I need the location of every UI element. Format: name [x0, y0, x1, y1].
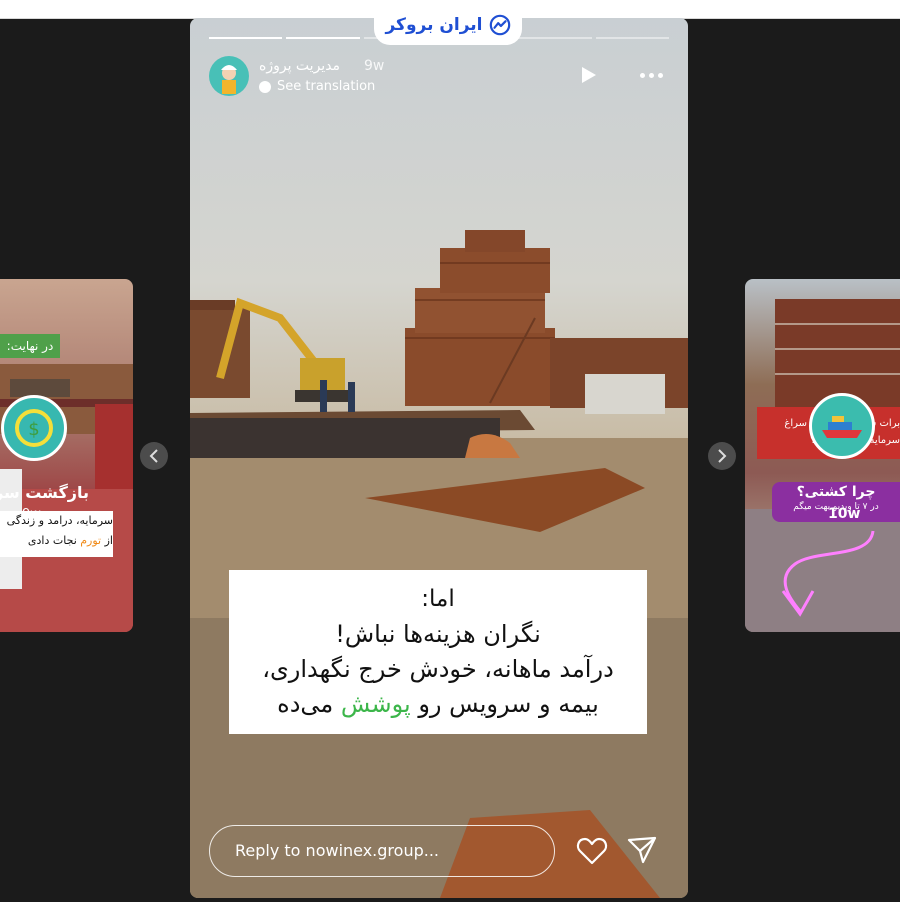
story-username[interactable]: مدیریت پروژه	[259, 58, 340, 74]
previous-story-card[interactable]: در نهایت: $ بازگشت سرمایه 9w سرمایه، درا…	[0, 279, 133, 632]
caption-line-4: بیمه و سرویس رو پوشش می‌ده	[277, 690, 599, 718]
story-image-shipyard	[190, 230, 688, 898]
see-translation-link[interactable]: See translation	[259, 79, 375, 94]
next-story-card[interactable]: برات سوال که چرا ما سراغ سرمایه گذاری رف…	[745, 279, 900, 632]
reply-input[interactable]: Reply to nowinex.group...	[209, 825, 555, 877]
left-card-text-line2: از تورم نجات دادی	[27, 534, 113, 547]
reply-placeholder: Reply to nowinex.group...	[235, 841, 439, 860]
send-icon	[627, 836, 657, 864]
caption-line-3: درآمد ماهانه، خودش خرج نگهداری،	[262, 655, 614, 683]
chevron-right-icon	[718, 449, 727, 463]
caption-line-1: اما:	[421, 586, 455, 612]
story-time: 9w	[364, 58, 385, 74]
story-caption-box: اما: نگران هزینه‌ها نباش! درآمد ماهانه، …	[229, 570, 647, 734]
chevron-left-icon	[149, 449, 158, 463]
heart-icon	[576, 837, 608, 865]
left-card-text-box: سرمایه، درامد و زندگی از تورم نجات دادی	[0, 511, 113, 557]
see-translation-label: See translation	[277, 79, 376, 94]
left-card-avatar: $	[1, 395, 67, 461]
more-options-icon	[639, 72, 645, 78]
caption-line-2: نگران هزینه‌ها نباش!	[335, 620, 541, 648]
play-button[interactable]	[577, 64, 599, 86]
like-button[interactable]	[576, 836, 608, 866]
profile-avatar[interactable]	[209, 56, 249, 96]
right-card-time: 10w	[828, 506, 861, 522]
play-icon	[582, 67, 596, 83]
right-card-avatar	[809, 393, 875, 459]
brand-header: ایران بروکر	[374, 4, 522, 45]
share-button[interactable]	[626, 835, 658, 865]
story-header: مدیریت پروژه 9w See translation	[209, 56, 669, 98]
progress-segment	[595, 37, 669, 39]
story-viewer[interactable]: مدیریت پروژه 9w See translation اما: نگر…	[190, 18, 688, 898]
next-story-button[interactable]	[708, 442, 736, 470]
progress-segment	[518, 37, 592, 39]
progress-segment	[209, 37, 283, 39]
more-options-button[interactable]	[635, 64, 667, 86]
brand-logo-icon	[489, 14, 510, 35]
right-card-title: چرا کشتی؟	[796, 484, 876, 500]
progress-segment	[286, 37, 360, 39]
globe-icon	[259, 80, 271, 93]
svg-text:$: $	[28, 419, 39, 440]
previous-story-button[interactable]	[140, 442, 168, 470]
left-card-text-line1: سرمایه، درامد و زندگی	[6, 514, 113, 527]
brand-name: ایران بروکر	[385, 14, 483, 35]
left-card-title: بازگشت سرمایه	[0, 483, 89, 502]
left-card-label: در نهایت:	[0, 334, 60, 358]
